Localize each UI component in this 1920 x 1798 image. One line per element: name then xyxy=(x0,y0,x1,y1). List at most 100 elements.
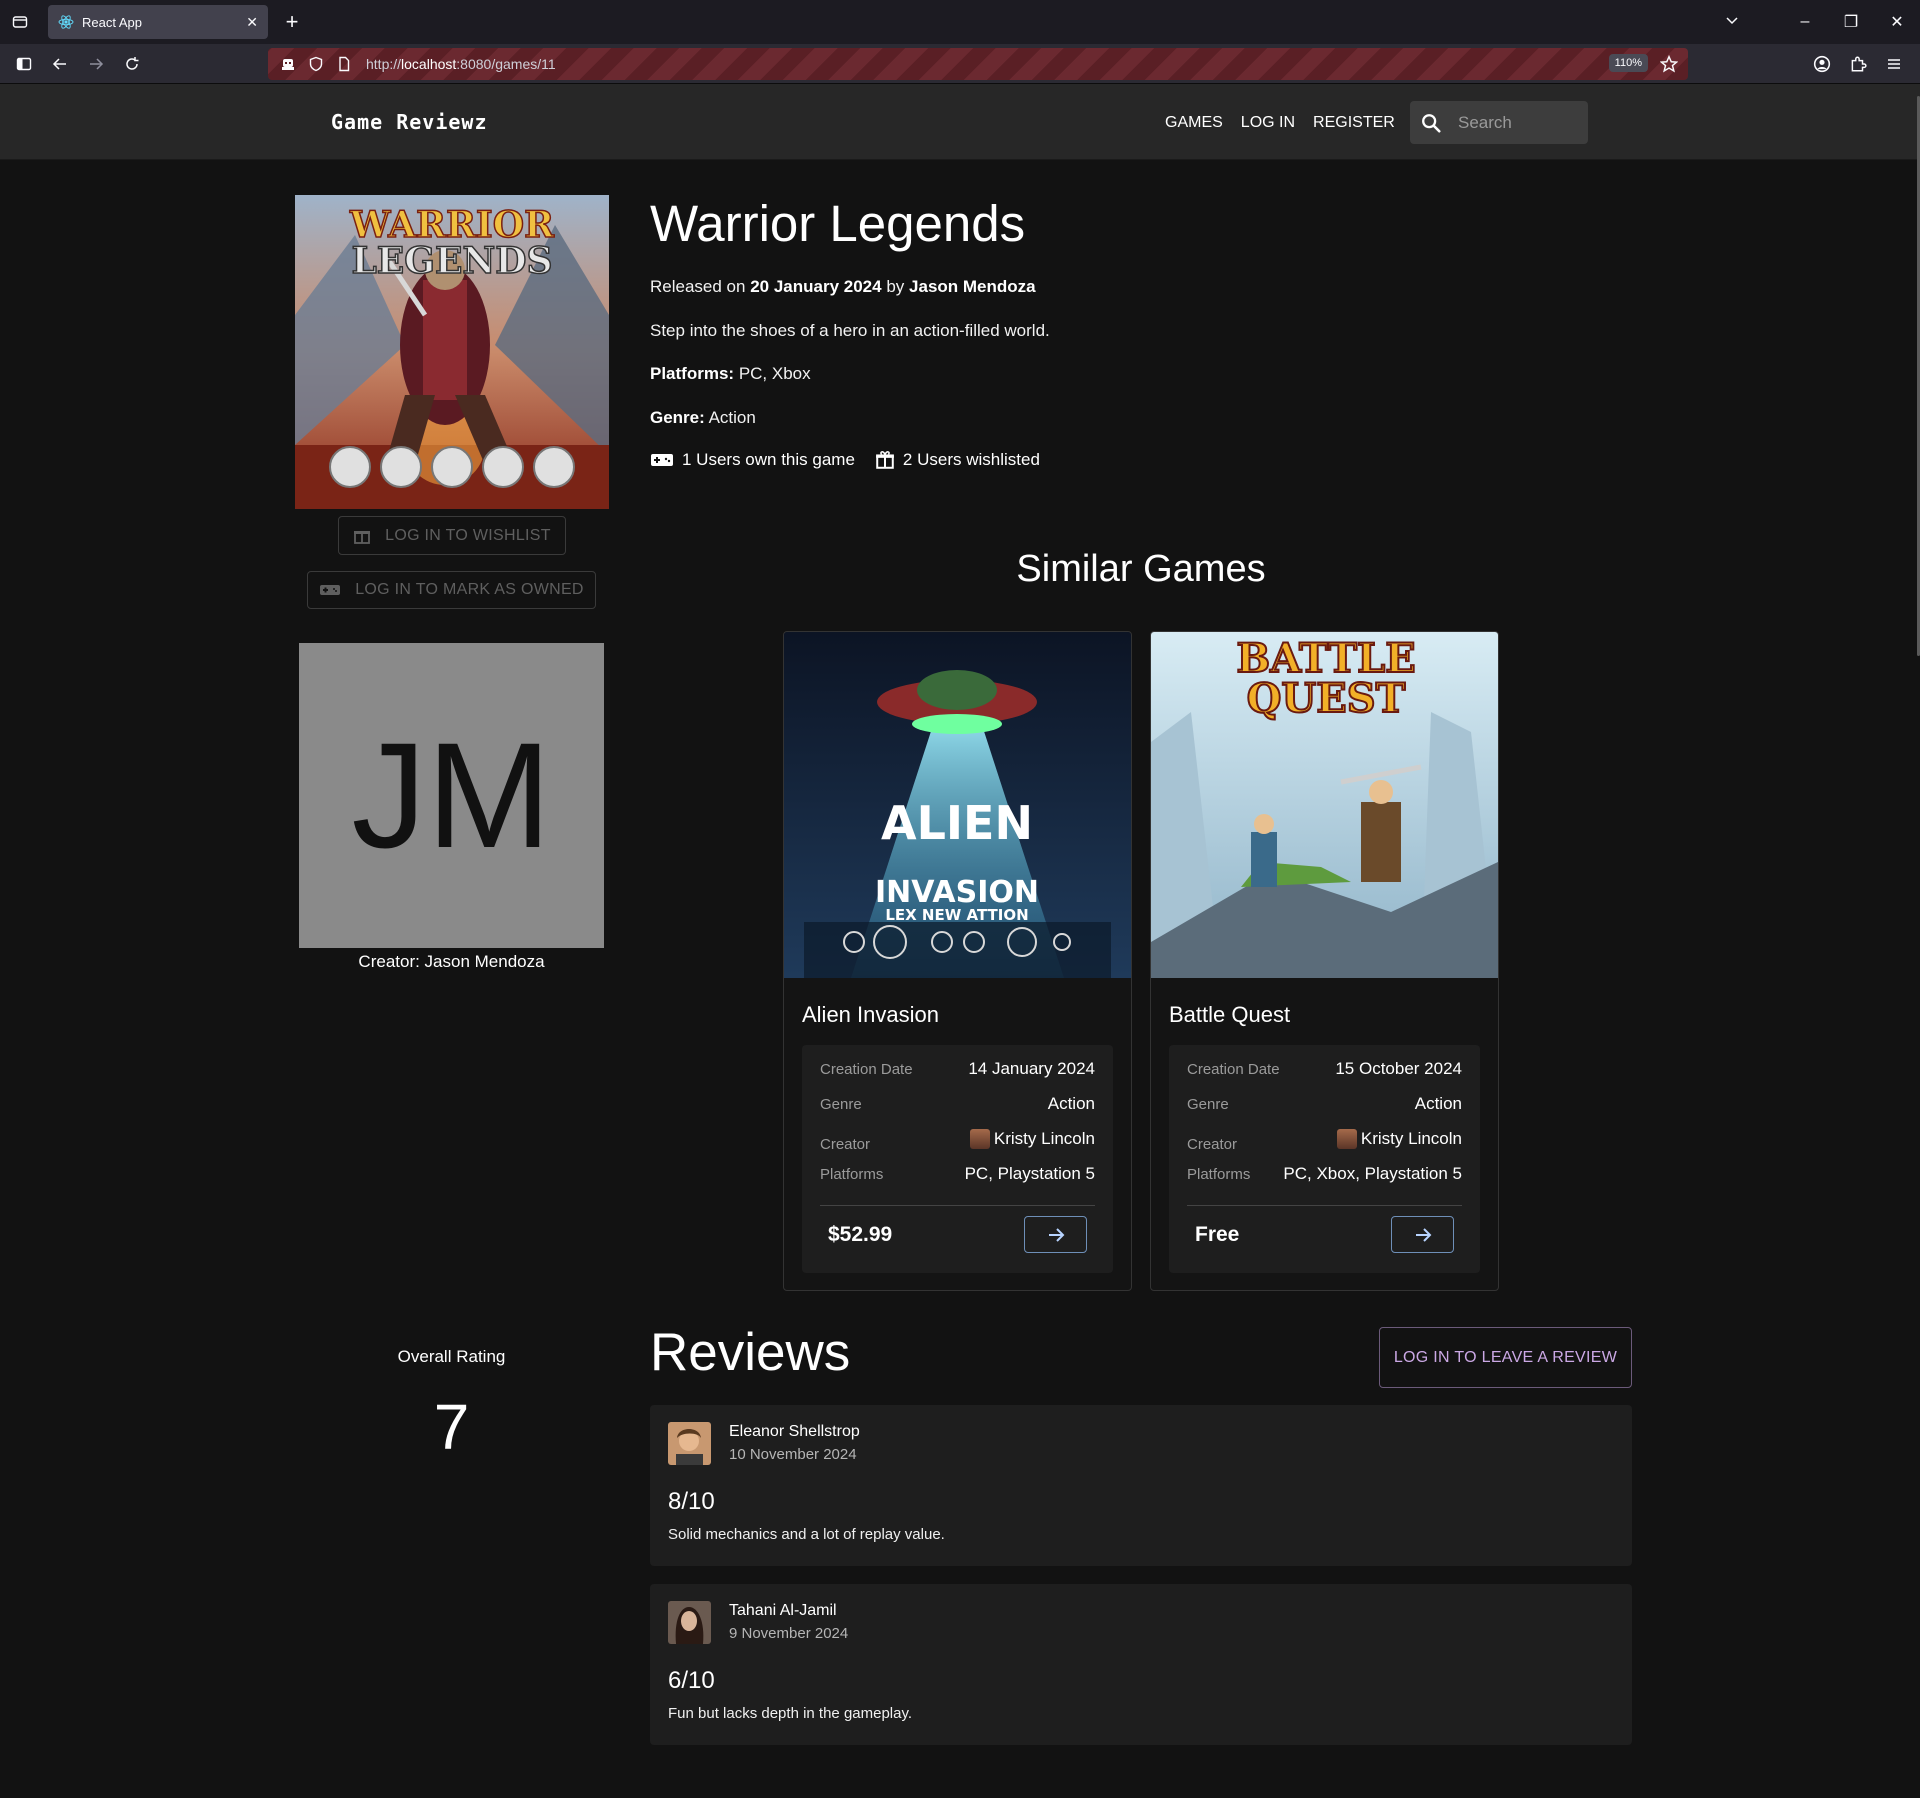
game-details: Creation Date 14 January 2024 Genre Action… xyxy=(802,1045,1113,1273)
creator-avatar: JM xyxy=(299,643,604,948)
sidebar-toggle-icon[interactable] xyxy=(6,46,42,82)
review-score: 6/10 xyxy=(668,1667,715,1694)
reviewer-name: Tahani Al-Jamil xyxy=(729,1602,837,1619)
game-creator: Jason Mendoza xyxy=(909,277,1036,296)
review-score: 8/10 xyxy=(668,1488,715,1515)
creator-initials: JM xyxy=(351,711,552,879)
creator-avatar xyxy=(1336,1129,1357,1149)
gift-icon xyxy=(876,451,894,469)
brand-logo[interactable]: Game Reviewz xyxy=(331,110,488,134)
bookmark-star-icon[interactable] xyxy=(1659,54,1679,78)
reviewer-avatar xyxy=(668,1422,711,1465)
search-box[interactable] xyxy=(1410,101,1588,144)
tab-overview-icon[interactable] xyxy=(0,0,40,44)
overall-rating-value: 7 xyxy=(433,1391,470,1463)
extensions-icon[interactable] xyxy=(1840,46,1876,82)
genre-line: Genre: Action xyxy=(650,408,756,427)
address-bar[interactable]: http://localhost:8080/games/11 110% xyxy=(268,48,1688,80)
browser-navbar: http://localhost:8080/games/11 110% xyxy=(0,44,1920,84)
price: Free xyxy=(1195,1222,1240,1246)
page: Game Reviewz GAMES LOG IN REGISTER Searc… xyxy=(0,84,1920,1798)
platforms-value: PC, Xbox xyxy=(738,364,811,383)
review-date: 9 November 2024 xyxy=(729,1625,849,1642)
creation-date: 14 January 2024 xyxy=(968,1059,1095,1078)
url-text[interactable]: http://localhost:8080/games/11 xyxy=(366,56,556,72)
game-cover-image: WARRIOR LEGENDS xyxy=(295,195,609,509)
react-icon xyxy=(58,15,74,29)
new-tab-button[interactable]: + xyxy=(274,4,310,40)
genre-value: Action xyxy=(708,408,756,427)
gift-icon xyxy=(354,530,371,544)
account-icon[interactable] xyxy=(1804,46,1840,82)
cover-title-line2: LEGENDS xyxy=(351,240,552,282)
reviewer-name: Eleanor Shellstrop xyxy=(729,1423,860,1440)
view-game-button[interactable] xyxy=(1391,1216,1454,1253)
close-tab-icon[interactable]: ✕ xyxy=(246,14,258,31)
app-header: Game Reviewz GAMES LOG IN REGISTER xyxy=(0,84,1920,160)
platforms: PC, Playstation 5 xyxy=(964,1164,1095,1183)
restore-icon[interactable]: ❐ xyxy=(1828,12,1874,32)
back-icon[interactable] xyxy=(42,46,78,82)
view-game-button[interactable] xyxy=(1024,1216,1087,1253)
review-date: 10 November 2024 xyxy=(729,1446,857,1463)
price: $52.99 xyxy=(828,1222,893,1246)
wishlisted-count: 2 Users wishlisted xyxy=(902,450,1040,469)
tab-title: React App xyxy=(82,14,142,30)
cover-line-1: ALIEN xyxy=(881,796,1033,850)
creator-avatar xyxy=(969,1129,990,1149)
app-menu-icon[interactable] xyxy=(1876,46,1912,82)
reviews-title: Reviews xyxy=(650,1323,851,1382)
game-cover-image: BATTLE QUEST xyxy=(1151,632,1498,978)
creator-name: Kristy Lincoln xyxy=(993,1129,1095,1148)
game-cover-image: ALIEN INVASION LEX NEW ATTION xyxy=(784,632,1131,978)
page-info-icon[interactable] xyxy=(332,56,356,72)
similar-games-title: Similar Games xyxy=(1016,548,1266,590)
game-description: Step into the shoes of a hero in an acti… xyxy=(650,321,1050,340)
arrow-right-icon xyxy=(1415,1227,1431,1242)
nav-register[interactable]: REGISTER xyxy=(1313,114,1395,132)
release-date: 20 January 2024 xyxy=(750,277,882,296)
zoom-indicator[interactable]: 110% xyxy=(1608,54,1648,72)
similar-game-title[interactable]: Battle Quest xyxy=(1169,1002,1290,1028)
similar-game-card[interactable]: ALIEN INVASION LEX NEW ATTION Alien Inva… xyxy=(783,631,1132,1291)
creation-date: 15 October 2024 xyxy=(1335,1059,1462,1078)
shield-icon[interactable] xyxy=(304,56,328,72)
nav-games[interactable]: GAMES xyxy=(1165,114,1223,132)
cover-line-2: INVASION xyxy=(875,875,1039,910)
owned-count: 1 Users own this game xyxy=(682,450,855,469)
minimize-icon[interactable]: – xyxy=(1782,13,1828,31)
window-close-icon[interactable]: ✕ xyxy=(1874,12,1920,32)
search-input[interactable] xyxy=(1458,112,1578,133)
game-title: Warrior Legends xyxy=(650,195,1026,252)
nav-login[interactable]: LOG IN xyxy=(1241,114,1295,132)
platforms: PC, Xbox, Playstation 5 xyxy=(1283,1164,1462,1183)
leave-review-button[interactable]: LOG IN TO LEAVE A REVIEW xyxy=(1379,1327,1632,1388)
browser-tab[interactable]: React App ✕ xyxy=(48,5,268,39)
gamepad-icon xyxy=(651,454,673,466)
forward-icon[interactable] xyxy=(78,46,114,82)
main-nav: GAMES LOG IN REGISTER xyxy=(1165,114,1395,132)
release-info: Released on 20 January 2024 by Jason Men… xyxy=(650,277,1036,296)
list-tabs-icon[interactable] xyxy=(1724,12,1740,33)
cover-line-2: QUEST xyxy=(1247,675,1406,722)
genre: Action xyxy=(1414,1094,1462,1113)
reviewer-avatar xyxy=(668,1601,711,1644)
platforms-line: Platforms: PC, Xbox xyxy=(650,364,811,383)
game-details: Creation Date 15 October 2024 Genre Action… xyxy=(1169,1045,1480,1273)
search-icon xyxy=(1420,112,1444,134)
similar-game-title[interactable]: Alien Invasion xyxy=(802,1002,939,1028)
similar-game-card[interactable]: BATTLE QUEST Battle Quest Creation Date 1… xyxy=(1150,631,1499,1291)
private-browsing-icon xyxy=(276,56,300,72)
genre: Action xyxy=(1047,1094,1095,1113)
cover-line-3: LEX NEW ATTION xyxy=(885,906,1028,924)
browser-tabbar: React App ✕ + – ❐ ✕ xyxy=(0,0,1920,44)
wishlist-label: LOG IN TO WISHLIST xyxy=(385,526,551,544)
game-stats: 1 Users own this game 2 Users wishlisted xyxy=(650,450,1060,470)
creator-name: Kristy Lincoln xyxy=(1360,1129,1462,1148)
overall-rating-label: Overall Rating xyxy=(397,1347,506,1366)
review-text: Solid mechanics and a lot of replay valu… xyxy=(668,1526,945,1543)
review-item: Tahani Al-Jamil 9 November 2024 6/10 Fun… xyxy=(650,1584,1632,1745)
creator-caption: Creator: Jason Mendoza xyxy=(358,952,545,971)
review-text: Fun but lacks depth in the gameplay. xyxy=(668,1705,913,1722)
reload-icon[interactable] xyxy=(114,46,150,82)
